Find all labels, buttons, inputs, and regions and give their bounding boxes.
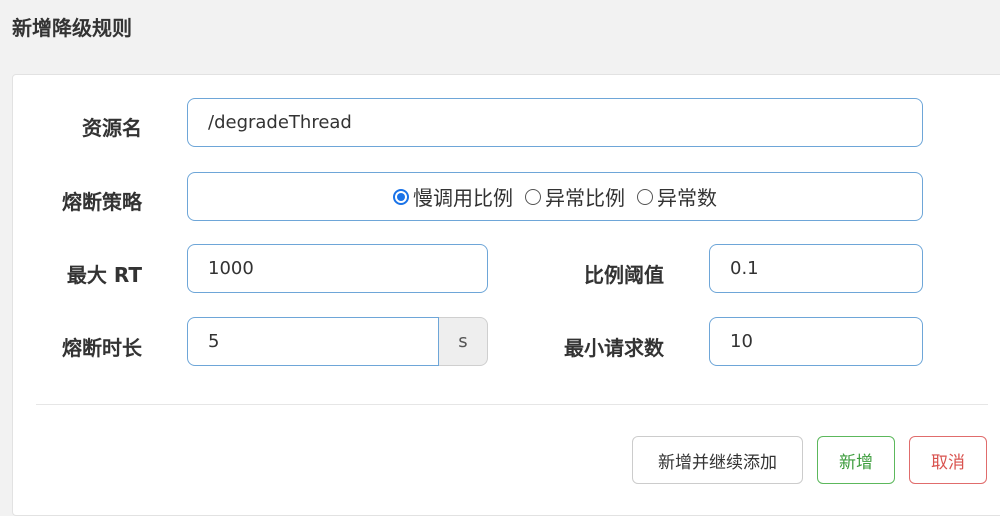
break-duration-unit: s: [439, 317, 488, 366]
strategy-option-error-ratio[interactable]: 异常比例: [525, 182, 625, 211]
cancel-button[interactable]: 取消: [909, 436, 987, 484]
min-request-input[interactable]: 10: [709, 317, 923, 366]
ratio-threshold-input[interactable]: 0.1: [709, 244, 923, 293]
break-strategy-radio-group: 慢调用比例 异常比例 异常数: [187, 172, 923, 221]
radio-unselected-icon: [637, 188, 653, 205]
min-request-label: 最小请求数: [564, 336, 664, 360]
strategy-option-label: 异常比例: [545, 186, 625, 210]
break-duration-label: 熔断时长: [62, 336, 142, 360]
ratio-threshold-label: 比例阈值: [584, 263, 664, 287]
strategy-option-label: 慢调用比例: [413, 186, 513, 210]
strategy-option-label: 异常数: [657, 186, 717, 210]
radio-unselected-icon: [525, 188, 541, 205]
max-rt-label: 最大 RT: [66, 263, 142, 287]
add-and-continue-button[interactable]: 新增并继续添加: [632, 436, 803, 484]
max-rt-input[interactable]: 1000: [187, 244, 488, 293]
break-strategy-label: 熔断策略: [62, 190, 142, 214]
radio-selected-icon: [393, 188, 409, 205]
form-divider: [36, 404, 988, 405]
resource-name-label: 资源名: [82, 116, 142, 140]
strategy-option-error-count[interactable]: 异常数: [637, 182, 717, 211]
add-button[interactable]: 新增: [817, 436, 895, 484]
dialog-title: 新增降级规则: [12, 16, 132, 40]
resource-name-input[interactable]: /degradeThread: [187, 98, 923, 147]
break-duration-input[interactable]: 5: [187, 317, 439, 366]
strategy-option-slow-ratio[interactable]: 慢调用比例: [393, 182, 513, 211]
